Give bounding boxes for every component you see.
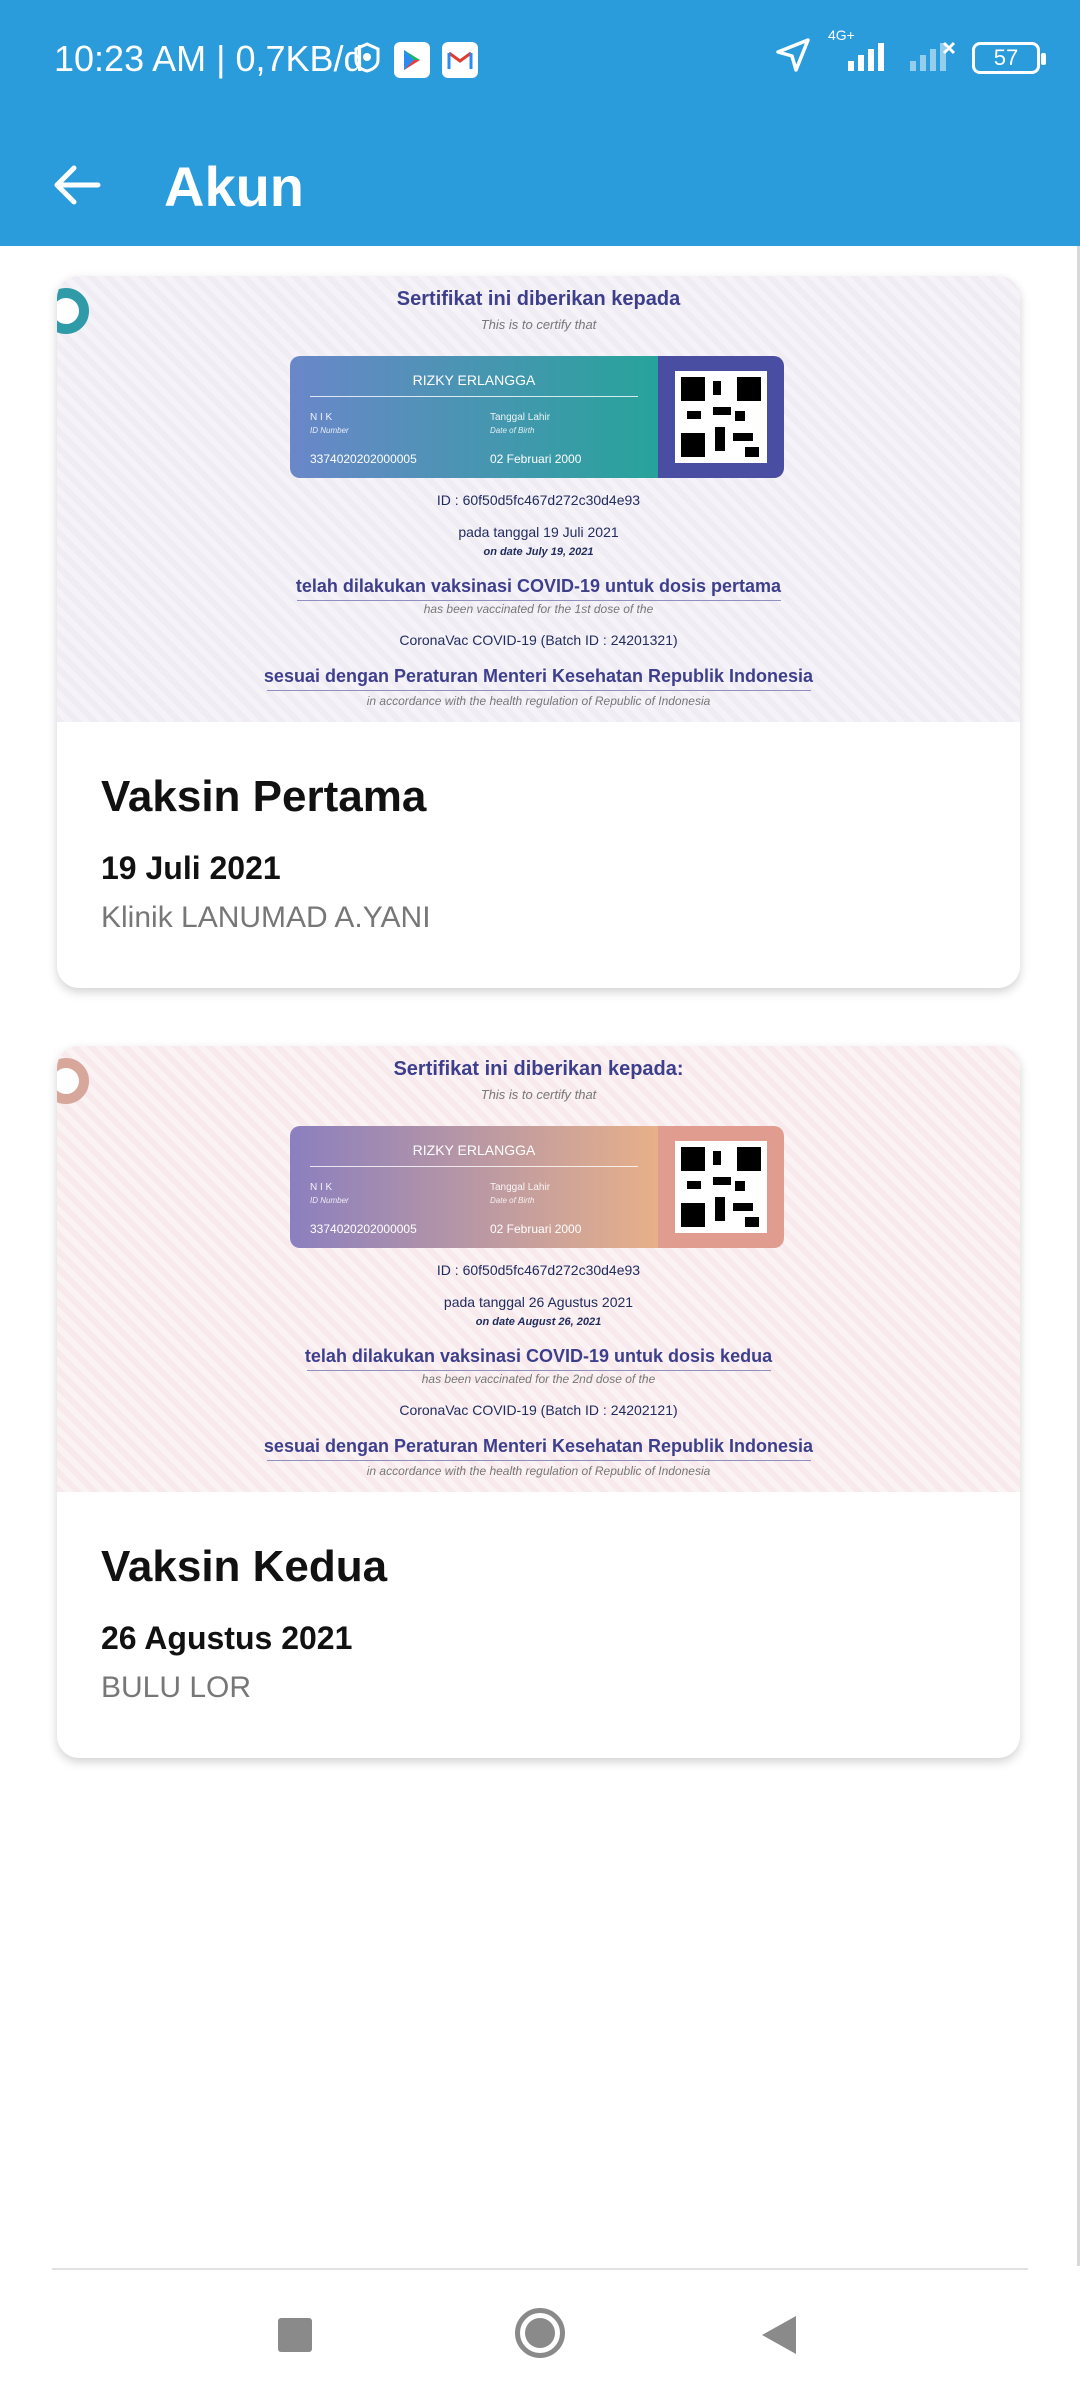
qr-code-icon bbox=[675, 1141, 767, 1233]
dob-label-en: Date of Birth bbox=[490, 1196, 535, 1205]
app-bar: Akun bbox=[0, 124, 1080, 246]
battery-level: 57 bbox=[993, 44, 1019, 70]
certificate-subtitle: This is to certify that bbox=[480, 1087, 597, 1102]
status-app-icons bbox=[352, 40, 478, 79]
system-nav-bar bbox=[0, 2270, 1080, 2400]
certificate-vaccine-batch: CoronaVac COVID-19 (Batch ID : 24202121) bbox=[399, 1402, 678, 1418]
gmail-icon bbox=[442, 41, 478, 78]
certificate-regulation-line-en: in accordance with the health regulation… bbox=[366, 694, 711, 708]
certificate-date: pada tanggal 19 Juli 2021 bbox=[458, 524, 619, 540]
certificate-title: Sertifikat ini diberikan kepada: bbox=[393, 1058, 684, 1080]
back-button[interactable] bbox=[40, 148, 114, 222]
nik-value: 3374020202000005 bbox=[310, 452, 417, 466]
certificate-vaccine-batch: CoronaVac COVID-19 (Batch ID : 24201321) bbox=[399, 632, 678, 648]
certificate-subtitle: This is to certify that bbox=[480, 317, 597, 332]
certificate-regulation-line-en: in accordance with the health regulation… bbox=[366, 1464, 711, 1478]
nik-label: N I K bbox=[310, 1182, 333, 1193]
status-bar: 10:23 AM | 0,7KB/d 4G+ 57 bbox=[0, 0, 1080, 124]
certificate-vaccination-line: telah dilakukan vaksinasi COVID-19 untuk… bbox=[304, 1346, 773, 1366]
certificate-id-card: RIZKY ERLANGGA N I K ID Number 337402020… bbox=[290, 356, 784, 478]
network-type: 4G+ bbox=[828, 27, 855, 43]
holder-name: RIZKY ERLANGGA bbox=[412, 1142, 536, 1158]
vaccine-date: 19 Juli 2021 bbox=[101, 850, 281, 886]
certificate-vaccination-line-en: has been vaccinated for the 1st dose of … bbox=[423, 602, 654, 616]
home-icon[interactable] bbox=[515, 2308, 565, 2358]
certificate-id-card: RIZKY ERLANGGA N I K ID Number 337402020… bbox=[290, 1126, 784, 1248]
nik-label-en: ID Number bbox=[310, 426, 349, 435]
certificate-id: ID : 60f50d5fc467d272c30d4e93 bbox=[436, 492, 641, 508]
page-title: Akun bbox=[164, 155, 304, 218]
qr-code-icon bbox=[675, 371, 767, 463]
back-icon[interactable] bbox=[762, 2316, 796, 2354]
vaccine-card-first[interactable]: Sertifikat ini diberikan kepada This is … bbox=[57, 276, 1020, 988]
certificate-vaccination-line-en: has been vaccinated for the 2nd dose of … bbox=[421, 1372, 656, 1386]
signal-off-icon bbox=[908, 37, 956, 78]
status-time-speed: 10:23 AM | 0,7KB/d bbox=[54, 38, 364, 79]
vaccine-certificate-image: Sertifikat ini diberikan kepada: This is… bbox=[57, 1046, 1020, 1492]
battery-icon: 57 bbox=[972, 41, 1046, 74]
recent-apps-icon[interactable] bbox=[278, 2318, 312, 2352]
vaccine-place: BULU LOR bbox=[101, 1671, 252, 1704]
dob-value: 02 Februari 2000 bbox=[490, 1222, 582, 1236]
certificate-date: pada tanggal 26 Agustus 2021 bbox=[443, 1294, 634, 1310]
certificate-id: ID : 60f50d5fc467d272c30d4e93 bbox=[436, 1262, 641, 1278]
certificate-title: Sertifikat ini diberikan kepada bbox=[396, 288, 681, 310]
nik-label-en: ID Number bbox=[310, 1196, 349, 1205]
dob-label: Tanggal Lahir bbox=[490, 412, 551, 423]
vaccine-date: 26 Agustus 2021 bbox=[101, 1620, 353, 1656]
nik-value: 3374020202000005 bbox=[310, 1222, 417, 1236]
location-icon bbox=[774, 36, 812, 79]
nik-label: N I K bbox=[310, 412, 333, 423]
vaccine-card-body: Vaksin Pertama 19 Juli 2021 Klinik LANUM… bbox=[57, 722, 1020, 935]
status-right-icons: 4G+ 57 bbox=[774, 27, 1046, 79]
vaccine-card-second[interactable]: Sertifikat ini diberikan kepada: This is… bbox=[57, 1046, 1020, 1758]
certificate-regulation-line: sesuai dengan Peraturan Menteri Kesehata… bbox=[263, 1436, 814, 1456]
holder-name: RIZKY ERLANGGA bbox=[412, 372, 536, 388]
certificate-date-en: on date July 19, 2021 bbox=[483, 546, 594, 558]
vaccine-certificate-image: Sertifikat ini diberikan kepada This is … bbox=[57, 276, 1020, 722]
dob-value: 02 Februari 2000 bbox=[490, 452, 582, 466]
arrow-left-icon bbox=[54, 165, 101, 205]
play-store-icon bbox=[394, 41, 430, 78]
certificate-vaccination-line: telah dilakukan vaksinasi COVID-19 untuk… bbox=[295, 576, 782, 596]
vaccine-title: Vaksin Kedua bbox=[101, 1542, 388, 1591]
certificate-date-en: on date August 26, 2021 bbox=[475, 1316, 602, 1328]
certificate-regulation-line: sesuai dengan Peraturan Menteri Kesehata… bbox=[263, 666, 814, 686]
vaccine-card-body: Vaksin Kedua 26 Agustus 2021 BULU LOR bbox=[57, 1492, 1020, 1705]
dob-label-en: Date of Birth bbox=[490, 426, 535, 435]
vaccine-title: Vaksin Pertama bbox=[101, 772, 427, 821]
signal-icon: 4G+ bbox=[828, 27, 892, 78]
vaccine-place: Klinik LANUMAD A.YANI bbox=[101, 901, 431, 934]
dob-label: Tanggal Lahir bbox=[490, 1182, 551, 1193]
notification-app-icon bbox=[352, 40, 382, 79]
